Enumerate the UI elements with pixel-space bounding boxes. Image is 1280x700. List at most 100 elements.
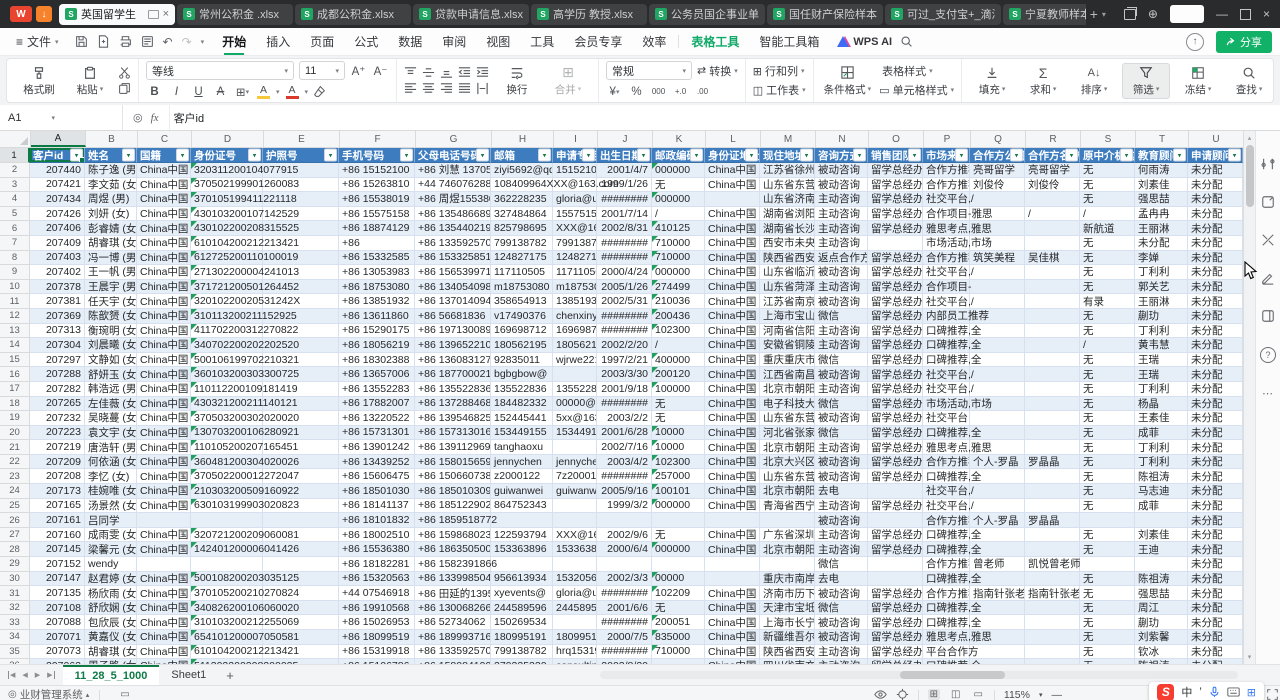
- cell[interactable]: 180995191: [553, 630, 597, 645]
- cell[interactable]: [553, 440, 597, 455]
- document-tab[interactable]: S宁夏教师样本.xlsx: [1003, 4, 1086, 25]
- cell[interactable]: 000000: [652, 163, 705, 178]
- cell[interactable]: 马志迪: [1135, 484, 1188, 499]
- row-header[interactable]: 24: [0, 484, 30, 499]
- cell[interactable]: 370105199411221118: [191, 192, 263, 207]
- cell[interactable]: China中国: [137, 280, 191, 295]
- help-icon[interactable]: ?: [1260, 347, 1276, 363]
- header-cell[interactable]: 申请顾问▾: [1188, 148, 1243, 163]
- cell[interactable]: China中国: [705, 615, 760, 630]
- row-header[interactable]: 6: [0, 221, 30, 236]
- cell[interactable]: 未分配: [1188, 163, 1243, 178]
- cell[interactable]: 北京市朝阳区: [760, 382, 815, 397]
- cell[interactable]: 筑笑美程: [970, 251, 1025, 266]
- cell[interactable]: 207402: [30, 265, 85, 280]
- paste-button[interactable]: 粘贴▾: [67, 64, 113, 98]
- cell[interactable]: China中国: [137, 601, 191, 616]
- system-menu[interactable]: ◎ 业财管理系统 ▴: [8, 687, 89, 700]
- cell[interactable]: 138519326: [553, 294, 597, 309]
- cell[interactable]: 被动咨询: [815, 469, 868, 484]
- cell[interactable]: [553, 557, 597, 572]
- cell[interactable]: 未分配: [1188, 557, 1243, 572]
- ime-punctuation[interactable]: ’: [1199, 686, 1201, 698]
- cell[interactable]: +86 18101832: [339, 513, 415, 528]
- cell[interactable]: China中国: [137, 178, 191, 193]
- row-header[interactable]: 15: [0, 353, 30, 368]
- cell[interactable]: 无: [1080, 440, 1135, 455]
- cell[interactable]: 罗晶晶: [1025, 513, 1080, 528]
- sheet-tab-11_28_5_1000[interactable]: 11_28_5_1000: [63, 665, 160, 685]
- cell[interactable]: /: [1080, 207, 1135, 222]
- decrease-indent-icon[interactable]: [458, 66, 471, 79]
- cell[interactable]: 口碑推荐,全: [923, 353, 970, 368]
- cell[interactable]: +86 13657006: [339, 367, 415, 382]
- row-header[interactable]: 23: [0, 469, 30, 484]
- column-filter-icon[interactable]: ▾: [1120, 149, 1133, 162]
- cell[interactable]: 口碑推荐,全: [923, 338, 970, 353]
- cell[interactable]: +86 13552283: [339, 382, 415, 397]
- close-tab-icon[interactable]: ×: [163, 9, 169, 20]
- cell[interactable]: 无: [1080, 353, 1135, 368]
- cell[interactable]: 刘晨曦 (女): [85, 338, 137, 353]
- cell[interactable]: 陕西省西安市: [760, 251, 815, 266]
- cell[interactable]: 留学总经办: [868, 542, 923, 557]
- cell[interactable]: 310103200212255069: [191, 615, 263, 630]
- cell[interactable]: 310113200211152925: [191, 309, 263, 324]
- cell[interactable]: 未分配: [1188, 280, 1243, 295]
- cell[interactable]: 未分配: [1188, 265, 1243, 280]
- cell[interactable]: 142401200006041426: [191, 542, 263, 557]
- cell[interactable]: 430103200107142529: [191, 207, 263, 222]
- cell[interactable]: 274499: [652, 280, 705, 295]
- cell[interactable]: wendy: [85, 557, 137, 572]
- sum-button[interactable]: Σ 求和▾: [1020, 64, 1066, 98]
- cell[interactable]: 主动咨询: [815, 236, 868, 251]
- cell[interactable]: 新航道: [1080, 221, 1135, 236]
- cell[interactable]: [705, 192, 760, 207]
- cell[interactable]: 7z2000122: [553, 469, 597, 484]
- cell[interactable]: China中国: [137, 221, 191, 236]
- increase-indent-icon[interactable]: [476, 66, 489, 79]
- cell[interactable]: 北京市朝阳区: [760, 484, 815, 499]
- cell[interactable]: +86 15290175: [339, 324, 415, 339]
- header-cell[interactable]: 教育顾问▾: [1135, 148, 1188, 163]
- cell[interactable]: China中国: [705, 397, 760, 412]
- cell[interactable]: 257000: [652, 469, 705, 484]
- cell[interactable]: 110112200109181419: [191, 382, 263, 397]
- cell[interactable]: [1025, 645, 1080, 660]
- cell[interactable]: 口碑推荐,全: [923, 659, 970, 664]
- header-cell[interactable]: 销售团队▾: [868, 148, 923, 163]
- last-sheet-icon[interactable]: ▶: [47, 671, 54, 679]
- cell[interactable]: China中国: [705, 280, 760, 295]
- column-header-T[interactable]: T: [1136, 131, 1189, 147]
- cell[interactable]: 丁利利: [1135, 455, 1188, 470]
- cell[interactable]: [652, 513, 705, 528]
- cell[interactable]: [705, 513, 760, 528]
- cell[interactable]: 无: [652, 601, 705, 616]
- column-filter-icon[interactable]: ▾: [582, 149, 595, 162]
- cell[interactable]: 主动咨询: [815, 382, 868, 397]
- cell[interactable]: 社交平台: [923, 411, 970, 426]
- cell[interactable]: 500108200203035125: [191, 572, 263, 587]
- cell[interactable]: 000000: [652, 542, 705, 557]
- cell[interactable]: 无: [1080, 586, 1135, 601]
- cell[interactable]: ########: [597, 236, 652, 251]
- cell[interactable]: [970, 294, 1025, 309]
- freeze-button[interactable]: 冻结▾: [1175, 64, 1221, 98]
- cell[interactable]: 陈歆赟 (女): [85, 309, 137, 324]
- tab-list-chevron-icon[interactable]: ▾: [1102, 10, 1106, 19]
- cell[interactable]: 留学总经办: [868, 440, 923, 455]
- cell[interactable]: China中国: [137, 645, 191, 660]
- cell[interactable]: 合作方推荐: [923, 178, 970, 193]
- cell[interactable]: 370105200210270824: [191, 586, 263, 601]
- cell[interactable]: 92835011: [491, 353, 553, 368]
- cell[interactable]: 400000: [652, 353, 705, 368]
- cell[interactable]: 合作项目-: [923, 280, 970, 295]
- wps-ai-button[interactable]: WPS AI: [837, 36, 892, 48]
- distribute-icon[interactable]: [476, 82, 489, 95]
- cell[interactable]: 留学总经办: [868, 192, 923, 207]
- cell[interactable]: 黄嘉仪 (女): [85, 630, 137, 645]
- cell[interactable]: 丁利利: [1135, 324, 1188, 339]
- cell[interactable]: +86 18753080: [339, 280, 415, 295]
- cell[interactable]: 微信: [815, 426, 868, 441]
- cell[interactable]: +86 13901242: [339, 440, 415, 455]
